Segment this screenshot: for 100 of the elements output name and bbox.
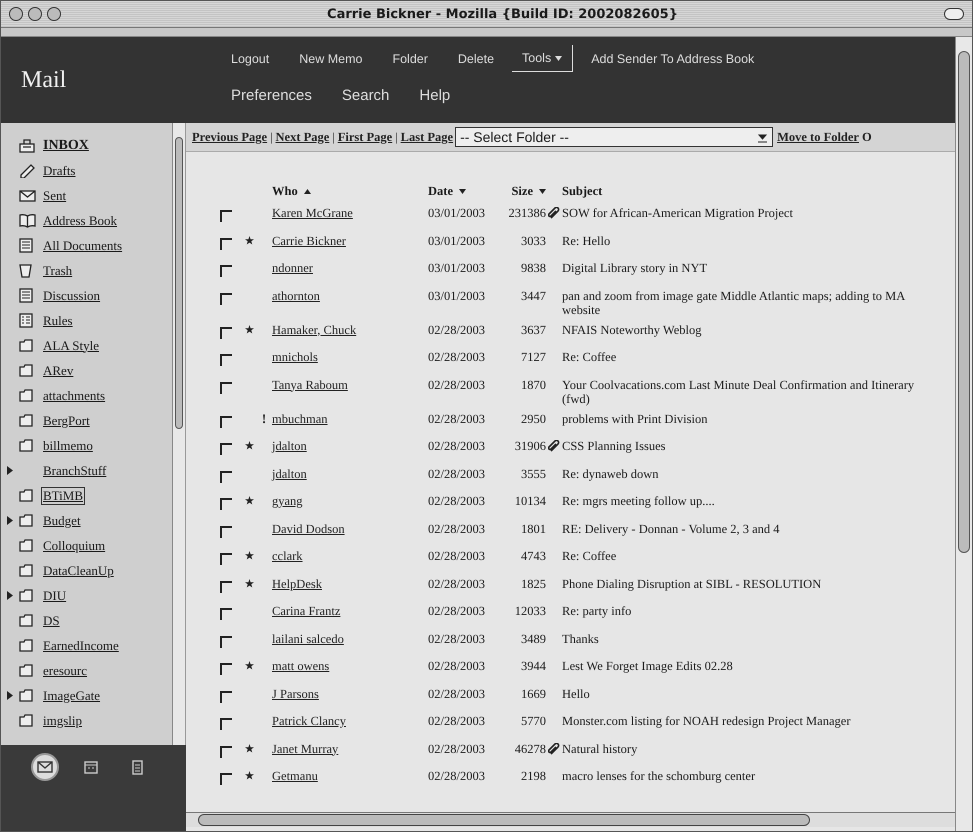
sender-link[interactable]: mnichols	[272, 350, 318, 365]
nav-link[interactable]: Search	[330, 84, 402, 107]
checkbox[interactable]	[220, 773, 232, 785]
sender-link[interactable]: J Parsons	[272, 686, 319, 702]
nav-link[interactable]: Delete	[446, 48, 506, 68]
mailbox-link[interactable]: EarnedIncome	[41, 636, 121, 654]
move-to-folder-link[interactable]: Move to Folder	[777, 130, 859, 144]
scrollbar[interactable]	[172, 123, 185, 745]
mail-button[interactable]	[31, 753, 59, 781]
expand-icon[interactable]	[7, 591, 13, 600]
mailbox-link[interactable]: ImageGate	[41, 686, 102, 704]
mailbox-link[interactable]: DIU	[41, 586, 68, 604]
mailbox-link[interactable]: BergPort	[41, 412, 92, 430]
nav-link[interactable]: Logout	[219, 48, 282, 68]
mailbox-link[interactable]: imgslip	[41, 712, 84, 730]
nav-link[interactable]: New Memo	[287, 48, 374, 68]
mailbox-link[interactable]: Discussion	[41, 286, 102, 304]
column-header[interactable]: Subject	[562, 182, 917, 200]
sender-link[interactable]: gyang	[272, 494, 303, 509]
mailbox-link[interactable]: Budget	[41, 512, 83, 530]
checkbox[interactable]	[220, 416, 232, 428]
nav-link[interactable]: Help	[407, 84, 462, 107]
minimize-button[interactable]	[28, 7, 42, 21]
checkbox[interactable]	[220, 718, 232, 730]
checkbox[interactable]	[220, 690, 232, 702]
mailbox-link[interactable]: BranchStuff	[41, 462, 108, 480]
checkbox[interactable]	[220, 608, 232, 620]
toolbar-link[interactable]: O	[858, 130, 872, 144]
mailbox-link[interactable]: INBOX	[41, 136, 91, 154]
zoom-button[interactable]	[47, 7, 61, 21]
checkbox[interactable]	[220, 498, 232, 510]
checkbox[interactable]	[220, 470, 232, 482]
size-cell-text: 5770	[520, 713, 546, 730]
sender-link[interactable]: HelpDesk	[272, 576, 322, 592]
checkbox[interactable]	[220, 526, 232, 538]
page-link[interactable]: Previous Page	[192, 130, 268, 144]
column-header[interactable]: Date	[428, 182, 492, 200]
expand-icon[interactable]	[7, 516, 13, 525]
sender-link[interactable]: Hamaker, Chuck	[272, 322, 356, 338]
mailbox-link[interactable]: Trash	[41, 262, 74, 280]
sender-link[interactable]: cclark	[272, 549, 303, 564]
sender-link[interactable]: Carina Frantz	[272, 604, 340, 619]
close-button[interactable]	[9, 7, 23, 21]
column-header[interactable]: Size	[492, 182, 546, 200]
sender-link[interactable]: Tanya Raboum	[272, 378, 348, 392]
mailbox-link[interactable]: Sent	[41, 186, 68, 204]
checkbox[interactable]	[220, 553, 232, 565]
mailbox-link[interactable]: ARev	[41, 362, 76, 380]
sender-link[interactable]: Patrick Clancy	[272, 714, 346, 729]
checkbox[interactable]	[220, 292, 232, 304]
page-link[interactable]: Last Page	[400, 130, 454, 144]
checkbox[interactable]	[220, 210, 232, 222]
sender-link[interactable]: jdalton	[272, 439, 307, 454]
expand-icon[interactable]	[7, 466, 13, 475]
checkbox[interactable]	[220, 746, 232, 758]
checkbox[interactable]	[220, 238, 232, 250]
checkbox[interactable]	[220, 663, 232, 675]
column-header[interactable]: Who	[272, 182, 428, 200]
sender-link[interactable]: ndonner	[272, 261, 313, 276]
folder-dropdown[interactable]: -- Select Folder --	[455, 127, 774, 147]
page-link[interactable]: Next Page	[276, 130, 330, 144]
mailbox-link[interactable]: Rules	[41, 312, 75, 330]
sender-link[interactable]: Getmanu	[272, 769, 318, 784]
subject-cell-text: pan and zoom from image gate Middle Atlantic maps; adding to MA website	[562, 288, 906, 316]
mailbox-link[interactable]: eresourc	[41, 662, 90, 680]
checkbox[interactable]	[220, 382, 232, 394]
mailbox-link[interactable]: Colloquium	[41, 536, 108, 554]
mailbox-link[interactable]: DS	[41, 612, 62, 630]
mailbox-link[interactable]: Address Book	[41, 212, 120, 230]
sender-link[interactable]: Karen McGrane	[272, 206, 353, 221]
checkbox[interactable]	[220, 354, 232, 366]
page-link[interactable]: First Page	[338, 130, 392, 144]
horizontal-scrollbar[interactable]	[186, 812, 955, 827]
nav-link[interactable]: Preferences	[219, 84, 324, 107]
mailbox-link[interactable]: billmemo	[41, 436, 95, 454]
sender-link[interactable]: Carrie Bickner	[272, 234, 346, 248]
mailbox-link[interactable]: DataCleanUp	[41, 562, 116, 580]
sender-link[interactable]: mbuchman	[272, 412, 328, 426]
menu-button[interactable]: Tools	[512, 45, 574, 72]
checkbox[interactable]	[220, 265, 232, 277]
nav-link[interactable]: Folder	[380, 48, 440, 68]
sender-link[interactable]: jdalton	[272, 466, 307, 482]
mailbox-link[interactable]: Drafts	[41, 162, 78, 180]
mailbox-link[interactable]: ALA Style	[41, 336, 101, 354]
checkbox[interactable]	[220, 443, 232, 455]
mailbox-link[interactable]: All Documents	[41, 236, 124, 254]
mailbox-link[interactable]: attachments	[41, 386, 108, 404]
nav-link[interactable]: Add Sender To Address Book	[579, 48, 766, 68]
sender-link[interactable]: matt owens	[272, 659, 330, 674]
checkbox[interactable]	[220, 580, 232, 592]
sender-link[interactable]: Janet Murray	[272, 742, 338, 756]
sender-link[interactable]: athornton	[272, 288, 320, 304]
sender-link[interactable]: lailani salcedo	[272, 632, 344, 646]
sender-link[interactable]: David Dodson	[272, 522, 345, 536]
toolbar-toggle-button[interactable]	[944, 8, 964, 20]
checkbox[interactable]	[220, 326, 232, 338]
scrollbar[interactable]	[955, 37, 972, 831]
expand-icon[interactable]	[7, 691, 13, 700]
mailbox-link[interactable]: BTiMB	[41, 486, 85, 504]
checkbox[interactable]	[220, 636, 232, 648]
